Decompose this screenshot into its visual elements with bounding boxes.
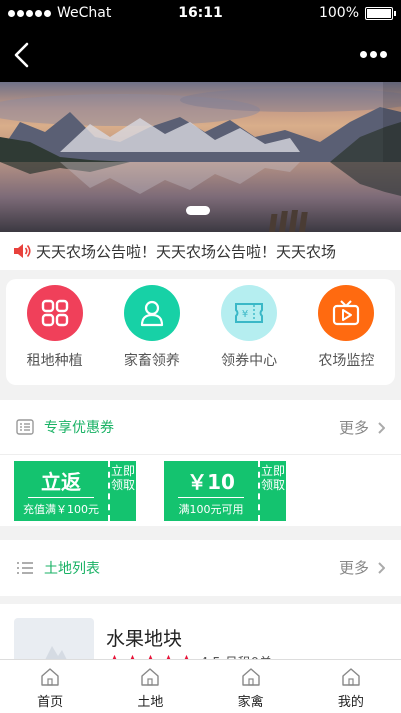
coupon-list: 立返 充值满￥100元 立即领取 ￥10 满100元可用 立即领取	[0, 455, 401, 525]
nav-bar	[0, 28, 401, 82]
back-icon[interactable]	[12, 42, 32, 68]
more-options-icon[interactable]	[360, 51, 387, 58]
coupon-amount: ￥10	[178, 466, 244, 498]
coupon-claim-stub[interactable]: 立即领取	[258, 461, 286, 521]
land-list: 水果地块 4.5 月租0单	[0, 604, 401, 674]
menu-label: 租地种植	[26, 353, 83, 369]
chevron-right-icon	[378, 561, 385, 574]
land-more-link[interactable]: 更多	[339, 557, 385, 578]
chevron-right-icon	[378, 421, 385, 434]
menu-item-adopt-livestock[interactable]: 家畜领养	[107, 285, 197, 385]
tab-label: 土地	[137, 695, 164, 710]
coupon-claim-stub[interactable]: 立即领取	[108, 461, 136, 521]
tab-land[interactable]: 土地	[100, 660, 200, 713]
menu-label: 领券中心	[221, 353, 278, 369]
svg-text:¥: ¥	[242, 309, 248, 320]
coupon-section-header: 专享优惠券 更多	[0, 400, 401, 455]
speaker-icon	[14, 244, 31, 258]
tab-label: 我的	[337, 695, 364, 710]
tab-label: 首页	[37, 695, 64, 710]
coupon-section: 专享优惠券 更多 立返 充值满￥100元 立即领取 ￥10 满100元可用 立即…	[0, 400, 401, 526]
coupon-condition: 充值满￥100元	[23, 503, 99, 516]
land-title: 水果地块	[106, 628, 183, 650]
tab-label: 家禽	[237, 695, 264, 710]
ticket-icon: ¥	[221, 285, 278, 341]
tab-home[interactable]: 首页	[0, 660, 100, 713]
section-title: 土地列表	[44, 560, 100, 577]
tab-bar: 首页 土地 家禽 我的	[0, 659, 401, 713]
tv-icon	[318, 285, 375, 341]
coupon-condition: 满100元可用	[178, 503, 244, 516]
app-page: WeChat 16:11 100% 天天农场公告啦！天天农场公告啦！天天农场 租…	[0, 0, 401, 713]
list-icon	[17, 561, 33, 574]
home-icon	[342, 668, 360, 686]
banner-carousel[interactable]	[0, 82, 401, 232]
grid-icon	[26, 285, 83, 341]
notice-bar[interactable]: 天天农场公告啦！天天农场公告啦！天天农场	[0, 232, 401, 270]
quick-menu: 租地种植 家畜领养 ¥ 领券中心 农场监控	[6, 279, 395, 385]
battery-percent: 100%	[318, 5, 359, 21]
menu-item-coupon-center[interactable]: ¥ 领券中心	[204, 285, 294, 385]
menu-label: 农场监控	[318, 353, 375, 369]
home-icon	[41, 668, 59, 686]
user-icon	[123, 285, 180, 341]
coupon-main: ￥10 满100元可用	[164, 461, 258, 521]
more-label: 更多	[338, 419, 369, 437]
more-label: 更多	[338, 559, 369, 577]
menu-label: 家畜领养	[123, 353, 180, 369]
coupon-main: 立返 充值满￥100元	[14, 461, 108, 521]
tab-poultry[interactable]: 家禽	[201, 660, 301, 713]
status-right: 100%	[318, 5, 396, 21]
notice-text: 天天农场公告啦！天天农场公告啦！天天农场	[36, 242, 337, 261]
tab-mine[interactable]: 我的	[301, 660, 401, 713]
section-title: 专享优惠券	[44, 420, 114, 436]
menu-item-rent-land[interactable]: 租地种植	[10, 285, 100, 385]
carousel-indicator[interactable]	[186, 206, 210, 215]
coupon-more-link[interactable]: 更多	[339, 417, 385, 438]
list-card-icon	[16, 419, 34, 435]
battery-icon	[365, 6, 396, 20]
menu-item-farm-monitor[interactable]: 农场监控	[301, 285, 391, 385]
coupon-amount: 立返	[28, 466, 94, 498]
home-icon	[241, 668, 260, 686]
home-icon	[141, 668, 160, 686]
land-section-header: 土地列表 更多	[0, 540, 401, 595]
land-section: 土地列表 更多	[0, 540, 401, 596]
status-bar: WeChat 16:11 100%	[0, 0, 401, 28]
